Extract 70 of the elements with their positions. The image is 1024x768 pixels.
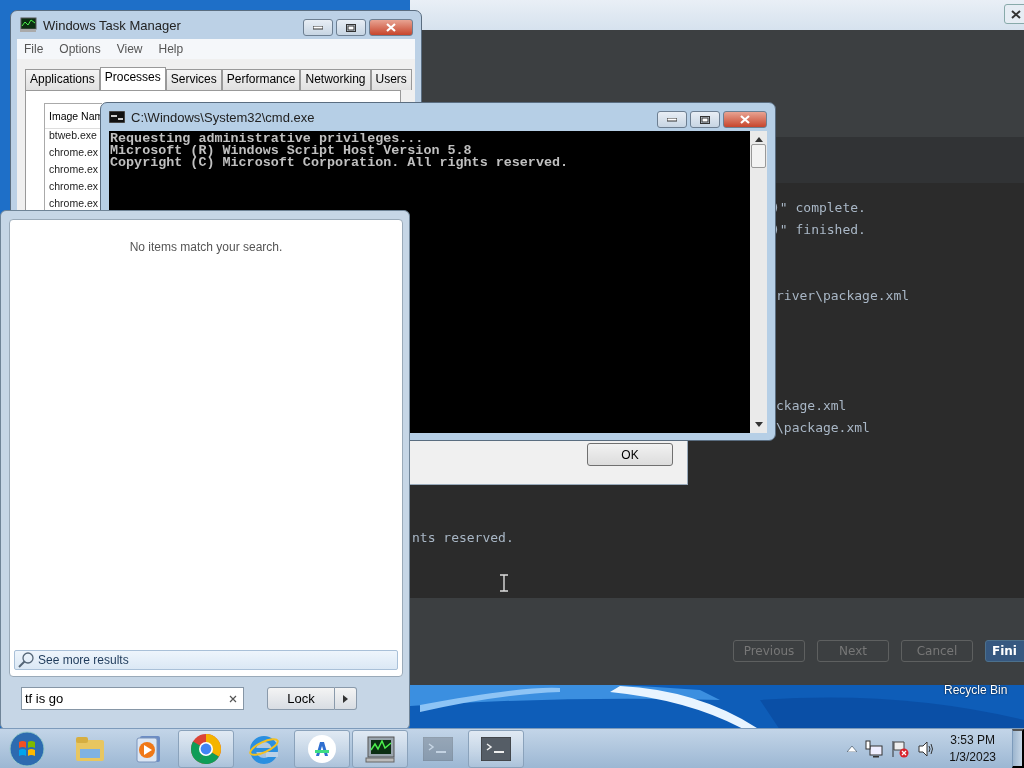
console-line: nts reserved.	[412, 529, 514, 547]
scrollbar[interactable]	[750, 131, 767, 433]
console-icon	[481, 736, 511, 761]
clear-icon[interactable]	[229, 695, 237, 703]
tab[interactable]: Performance	[221, 69, 301, 90]
window-title: C:\Windows\System32\cmd.exe	[131, 109, 315, 125]
console-line: Requesting administrative privileges...	[110, 133, 424, 145]
ok-button[interactable]: OK	[587, 443, 673, 466]
close-icon	[740, 115, 750, 124]
process-name: chrome.ex	[48, 163, 99, 177]
media-player-icon	[135, 734, 161, 763]
speaker-icon[interactable]	[917, 739, 936, 758]
no-results-message: No items match your search.	[128, 240, 284, 254]
close-icon	[1011, 9, 1021, 19]
folder-icon	[75, 735, 105, 762]
tab[interactable]: Applications	[25, 69, 100, 90]
scroll-up-icon	[754, 137, 763, 142]
maximize-icon	[700, 115, 710, 124]
close-button[interactable]	[723, 111, 767, 128]
browser-e-icon	[248, 733, 280, 764]
window-title: Windows Task Manager	[43, 17, 181, 33]
process-name: chrome.ex	[48, 180, 99, 194]
finish-button[interactable]: Fini	[985, 639, 1024, 662]
taskbar-button[interactable]	[352, 729, 408, 768]
see-more-results-link[interactable]: See more results	[14, 650, 398, 670]
tab[interactable]: Networking	[300, 69, 371, 90]
lock-button[interactable]: Lock	[267, 687, 335, 710]
taskbar-button[interactable]	[468, 729, 524, 768]
power-options-button[interactable]	[335, 687, 357, 710]
menu-item[interactable]: File	[17, 42, 51, 56]
console-line: \package.xml	[776, 419, 870, 437]
console-icon	[423, 736, 453, 761]
process-name: chrome.ex	[48, 197, 99, 211]
clock[interactable]: 3:53 PM 1/3/2023	[949, 731, 996, 766]
scrollbar-thumb[interactable]	[751, 144, 766, 168]
minimize-icon	[313, 25, 323, 30]
maximize-button[interactable]	[690, 111, 720, 128]
maximize-icon	[346, 23, 356, 32]
monitor-chart-icon	[19, 17, 37, 33]
search-field[interactable]: tf is go	[21, 687, 244, 710]
text-cursor-icon	[499, 574, 509, 592]
console-line: Microsoft (R) Windows Script Host Version 5.8	[110, 145, 472, 157]
console-line: river\package.xml	[776, 287, 910, 305]
console-line: Copyright (C) Microsoft Corporation. All rights reserved.	[110, 157, 570, 169]
search-icon	[18, 652, 34, 668]
tab[interactable]: Users	[370, 69, 412, 90]
tab[interactable]: Processes	[99, 67, 166, 91]
close-icon	[386, 23, 396, 32]
network-icon[interactable]	[865, 739, 884, 758]
maximize-button[interactable]	[336, 19, 366, 36]
scroll-down-icon	[754, 422, 763, 427]
minimize-icon	[667, 117, 677, 122]
flag-icon[interactable]	[891, 739, 910, 758]
chrome-icon	[190, 732, 222, 765]
start-button[interactable]	[8, 729, 46, 768]
console-line: ckage.xml	[776, 397, 847, 415]
tab[interactable]: Services	[165, 69, 222, 90]
monitor-chart-icon	[364, 734, 396, 763]
show-hidden-icons-icon[interactable]	[847, 745, 858, 752]
console-icon	[109, 111, 125, 123]
menu-item[interactable]: View	[109, 42, 150, 56]
process-name: chrome.ex	[48, 146, 99, 160]
process-name: btweb.exe	[48, 129, 97, 143]
menu-item[interactable]: Help	[151, 42, 191, 56]
studio-app-icon	[307, 733, 337, 764]
close-button[interactable]	[369, 19, 413, 36]
caret-icon	[343, 694, 348, 703]
show-desktop-button[interactable]	[1012, 729, 1024, 768]
desktop-icon-label[interactable]: Recycle Bin	[944, 683, 1008, 697]
menu-item[interactable]: Options	[52, 42, 108, 56]
